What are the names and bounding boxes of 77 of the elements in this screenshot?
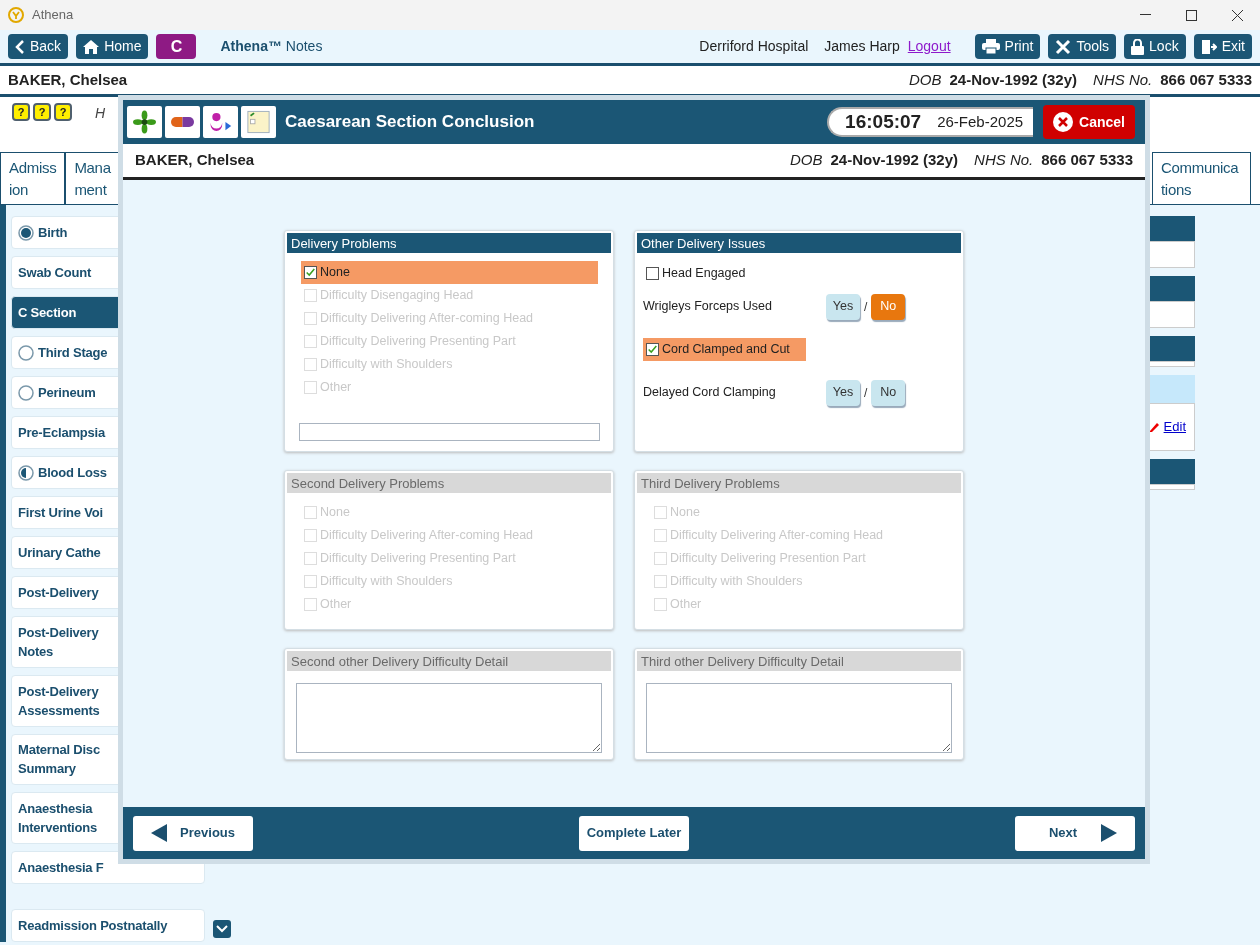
print-button[interactable]: Print: [974, 34, 1041, 59]
nhs-label: NHS No.: [974, 150, 1034, 171]
lock-icon: [1131, 38, 1145, 55]
person-arrow-icon: [209, 110, 232, 134]
clock-time: 16:05:07: [845, 109, 922, 134]
separator-slash: /: [864, 384, 868, 402]
field-label: Delayed Cord Clamping: [643, 384, 777, 402]
printer-icon: [981, 39, 1000, 54]
choice-button[interactable]: Yes: [826, 379, 860, 406]
sidebar-item[interactable]: Readmission Postnatally: [11, 909, 205, 942]
section-tab[interactable]: Mana ment: [65, 152, 120, 204]
alert-badge[interactable]: ?: [12, 103, 30, 121]
next-button[interactable]: Next: [1015, 815, 1135, 851]
chevron-left-icon: [15, 39, 25, 54]
clock-date: 26-Feb-2025: [937, 111, 1024, 132]
notepad-icon: [247, 109, 270, 135]
window-title: Athena: [32, 6, 74, 25]
section-tab[interactable]: Communica tions: [1152, 152, 1251, 204]
pencil-icon: [1147, 421, 1160, 433]
app-name: Athena™ Notes: [220, 37, 323, 56]
home-icon: [83, 39, 100, 54]
checkbox[interactable]: [646, 343, 659, 356]
panel-title: Other Delivery Issues: [637, 233, 961, 253]
dialog-title: Caesarean Section Conclusion: [285, 111, 535, 134]
patient-name: BAKER, Chelsea: [8, 69, 128, 90]
option-label: Cord Clamped and Cut: [662, 341, 790, 359]
nhs-value: 866 067 5333: [1160, 69, 1252, 90]
lock-button[interactable]: Lock: [1124, 34, 1186, 59]
choice-button[interactable]: No: [871, 379, 906, 406]
panel-title: Delivery Problems: [287, 233, 611, 253]
capsule-icon: [171, 116, 194, 128]
checkbox[interactable]: [304, 266, 317, 279]
cancel-button[interactable]: Cancel: [1043, 105, 1135, 139]
nhs-value: 866 067 5333: [1041, 150, 1133, 171]
dob-value: 24-Nov-1992 (32y): [830, 150, 959, 171]
hospital-name: Derriford Hospital: [699, 37, 809, 56]
person-arrow-button[interactable]: [203, 106, 238, 138]
exit-button[interactable]: Exit: [1193, 34, 1252, 59]
dob-value: 24-Nov-1992 (32y): [949, 69, 1078, 90]
close-circle-icon: [1053, 112, 1074, 132]
user-name: James Harp: [824, 37, 900, 56]
flower-button[interactable]: [127, 106, 162, 138]
triangle-left-icon: [151, 824, 167, 842]
alert-badge[interactable]: ?: [33, 103, 51, 121]
panel-title: Third other Delivery Difficulty Detail: [637, 651, 961, 671]
triangle-right-icon: [1101, 824, 1117, 842]
capsule-button[interactable]: [165, 106, 200, 138]
nhs-label: NHS No.: [1093, 69, 1153, 90]
flower-icon: [133, 110, 156, 134]
letter-button[interactable]: C: [156, 34, 197, 59]
option-label: None: [320, 264, 350, 282]
option-label: Head Engaged: [662, 264, 746, 282]
checkbox[interactable]: [646, 266, 659, 280]
panel-title: Third Delivery Problems: [637, 473, 961, 493]
logout-link[interactable]: Logout: [907, 36, 951, 57]
patient-name: BAKER, Chelsea: [135, 150, 255, 171]
back-button[interactable]: Back: [8, 34, 69, 59]
section-tab[interactable]: Admiss ion: [0, 152, 66, 204]
panel-title: Second other Delivery Difficulty Detail: [287, 651, 611, 671]
dob-label: DOB: [789, 150, 823, 171]
separator-slash: /: [864, 298, 868, 316]
chevron-down-icon: [216, 925, 228, 933]
header-note: H: [95, 104, 106, 123]
tools-button[interactable]: Tools: [1048, 34, 1117, 59]
complete-later-button[interactable]: Complete Later: [578, 815, 690, 851]
home-button[interactable]: Home: [76, 34, 149, 59]
exit-icon: [1200, 38, 1217, 55]
scroll-down-button[interactable]: [213, 920, 231, 938]
text-field[interactable]: [299, 423, 600, 441]
alert-badge[interactable]: ?: [54, 103, 72, 121]
dob-label: DOB: [908, 69, 942, 90]
edit-link[interactable]: Edit: [1163, 417, 1186, 437]
panel-title: Second Delivery Problems: [287, 473, 611, 493]
field-label: Wrigleys Forceps Used: [643, 298, 773, 316]
choice-button[interactable]: Yes: [826, 293, 860, 320]
app-logo-icon: [8, 7, 24, 23]
previous-button[interactable]: Previous: [133, 815, 253, 851]
